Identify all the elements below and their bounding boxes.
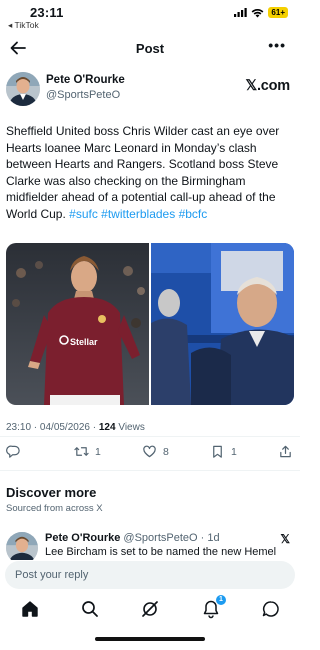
discover-title: Discover more [6,485,97,500]
reply-box [5,561,295,589]
notifications-button[interactable]: 1 [201,595,226,619]
messages-icon[interactable] [261,599,281,619]
repost-count: 1 [95,445,101,458]
tweet-meta: 23:10 · 04/05/2026 · 124 Views [6,422,145,433]
stand-photo[interactable] [151,243,294,405]
author-name[interactable]: Pete O'Rourke [46,74,125,86]
views-label: Views [115,422,145,433]
battery-indicator: 61+ [268,7,288,18]
tweet-actions: 1 8 1 [0,442,300,464]
rec-author-name: Pete O'Rourke [45,532,121,544]
like-icon [143,445,156,458]
more-icon[interactable]: ••• [268,37,286,53]
search-icon[interactable] [80,599,100,619]
reply-input[interactable] [5,561,295,589]
home-icon[interactable] [20,599,40,619]
x-logo-icon: 𝕏 [280,532,290,546]
avatar[interactable] [6,532,38,560]
post-header: Post ••• [0,34,300,62]
repost-icon [74,447,89,456]
avatar[interactable] [6,72,40,106]
status-icons: 61+ [234,7,288,18]
share-icon [280,445,291,458]
reply-icon [6,445,20,458]
rec-author-meta: @SportsPeteO · 1d [120,532,220,544]
status-bar: 23:11 ◂ TikTok 61+ [0,0,300,32]
views-count[interactable]: 124 [99,422,116,433]
rec-author: Pete O'Rourke @SportsPeteO · 1d [45,532,220,544]
repost-button[interactable]: 1 [74,444,101,459]
status-time: 23:11 [30,5,64,20]
bookmark-icon [213,445,222,458]
svg-text:Stellar: Stellar [70,337,98,347]
page-title: Post [135,41,165,56]
wifi-icon [252,8,264,17]
bookmark-button[interactable]: 1 [210,444,237,459]
home-indicator[interactable] [95,637,205,641]
tweet-author: Pete O'Rourke @SportsPeteO 𝕏.com [6,70,294,110]
tweet-media: Stellar [6,243,294,405]
signal-icon [234,8,248,17]
bottom-nav: 1 [0,595,300,622]
back-to-app-link[interactable]: ◂ TikTok [8,20,39,31]
grok-icon[interactable] [140,599,160,619]
player-photo[interactable]: Stellar [6,243,149,405]
author-handle[interactable]: @SportsPeteO [46,89,120,101]
divider [0,470,300,471]
x-com-logo: 𝕏.com [245,78,290,94]
hashtag[interactable]: #twitterblades [101,207,175,221]
bookmark-count: 1 [231,445,237,458]
timestamp: 23:10 · 04/05/2026 · [6,422,99,433]
share-button[interactable] [278,444,293,459]
discover-subtitle: Sourced from across X [6,503,103,514]
divider [0,436,300,437]
rec-text: Lee Bircham is set to be named the new H… [45,546,277,558]
tweet-body: Sheffield United boss Chris Wilder cast … [6,123,296,222]
reply-button[interactable] [6,444,27,459]
like-button[interactable]: 8 [142,444,169,459]
like-count: 8 [163,445,169,458]
hashtag[interactable]: #sufc [69,207,98,221]
recommended-post[interactable]: Pete O'Rourke @SportsPeteO · 1d Lee Birc… [0,528,300,560]
hashtag[interactable]: #bcfc [179,207,208,221]
notifications-badge: 1 [216,595,226,605]
